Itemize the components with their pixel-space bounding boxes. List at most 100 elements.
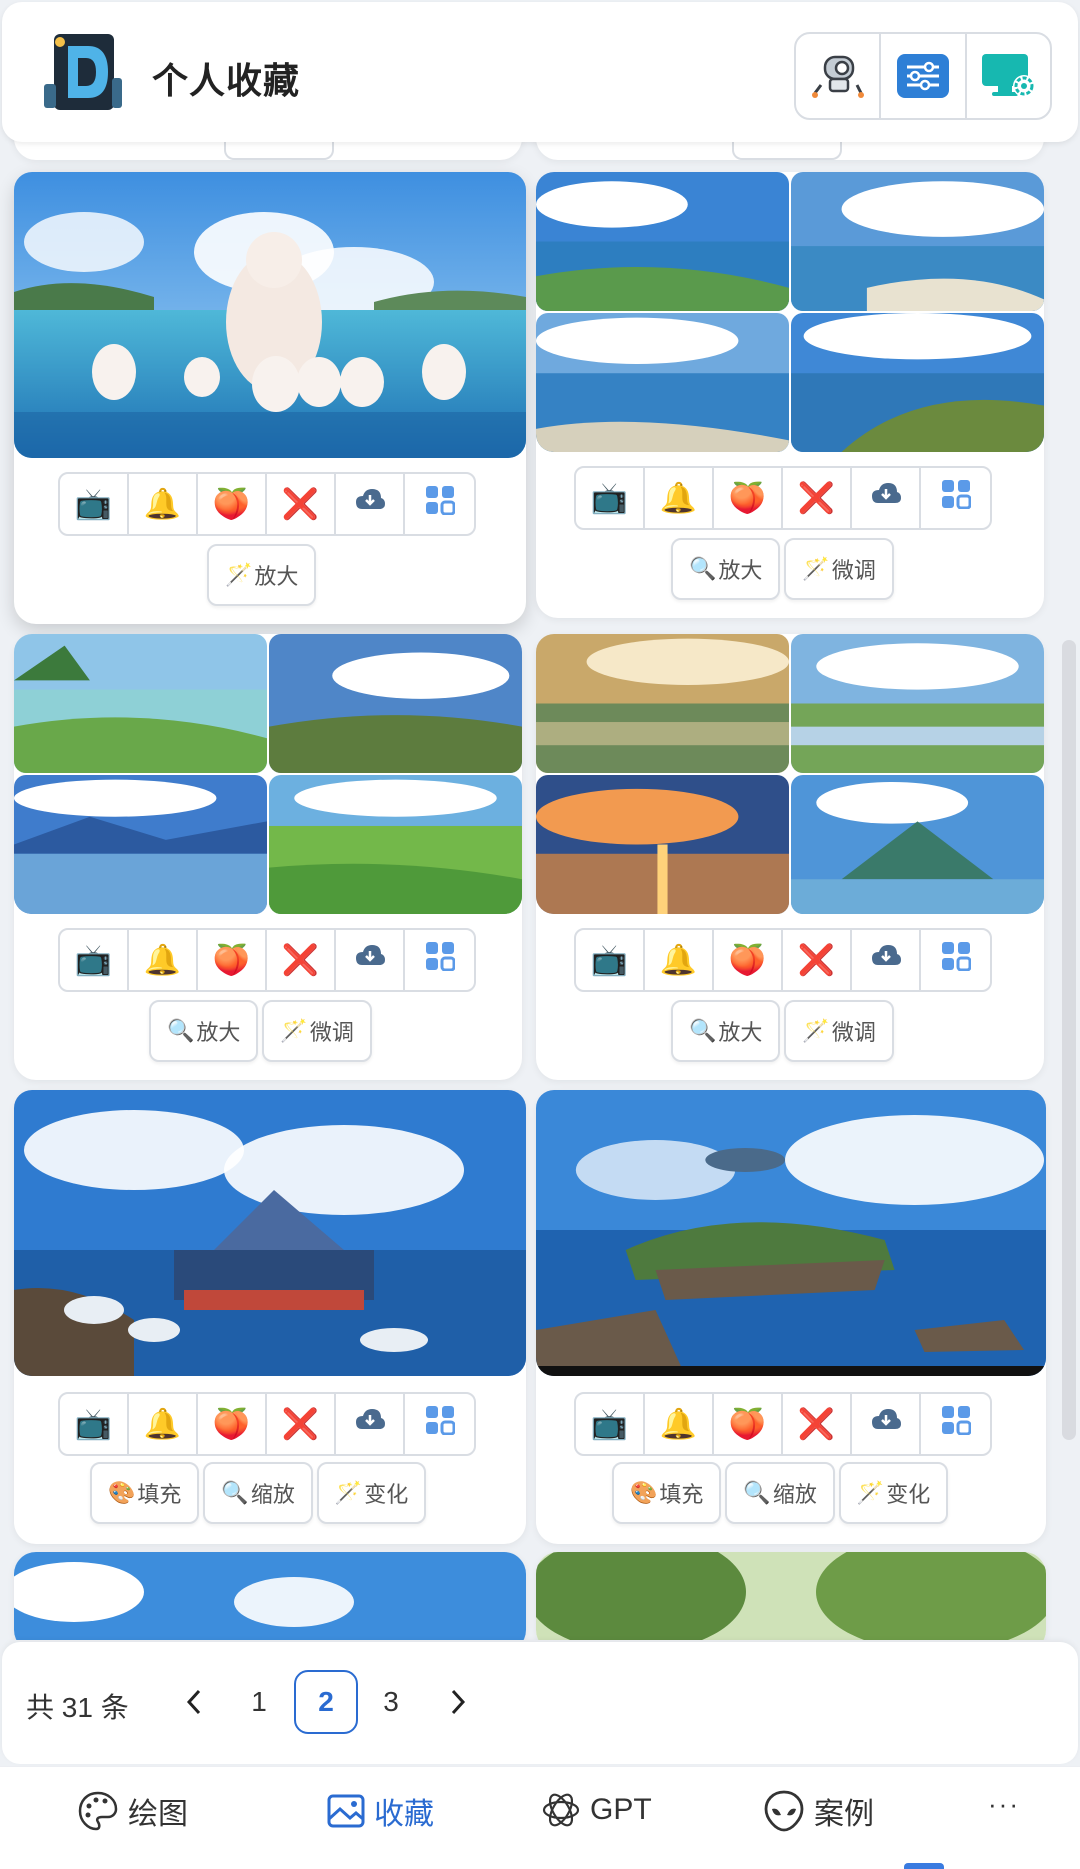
page-3-button[interactable]: 3 [359, 1670, 423, 1734]
card-image-grid[interactable] [536, 172, 1044, 452]
delete-button[interactable]: ❌ [783, 468, 852, 528]
grid-button[interactable] [405, 474, 474, 534]
peach-button[interactable]: 🍑 [714, 930, 783, 990]
alien-icon [764, 1790, 804, 1832]
card-image[interactable] [14, 1552, 526, 1640]
prev-page-button[interactable] [162, 1670, 226, 1734]
delete-button[interactable]: ❌ [267, 1394, 336, 1454]
delete-button[interactable]: ❌ [267, 474, 336, 534]
notify-button[interactable]: 🔔 [645, 1394, 714, 1454]
nav-item-cases[interactable]: 案例 [762, 1789, 874, 1833]
delete-button[interactable]: ❌ [267, 930, 336, 990]
notify-button[interactable]: 🔔 [129, 1394, 198, 1454]
card-actions: 🔍 放大 🪄 微调 [149, 1000, 372, 1062]
card-image[interactable] [14, 172, 526, 458]
action-微调-button[interactable]: 🪄 微调 [784, 538, 894, 600]
total-count: 共 31 条 [26, 1692, 129, 1723]
card-actions: 🔍 放大 🪄 微调 [671, 1000, 894, 1062]
page-2-button[interactable]: 2 [294, 1670, 358, 1734]
download-button[interactable] [852, 468, 921, 528]
nav-item-favorites[interactable]: 收藏 [326, 1789, 434, 1833]
sliders-icon [896, 54, 949, 98]
action-微调-button[interactable]: 🪄 微调 [262, 1000, 372, 1062]
notify-button[interactable]: 🔔 [645, 468, 714, 528]
action-放大-button[interactable]: 🔍 放大 [671, 1000, 781, 1062]
action-变化-button[interactable]: 🪄 变化 [838, 1462, 949, 1524]
view-button[interactable]: 📺 [60, 1394, 129, 1454]
grid-button[interactable] [405, 930, 474, 990]
download-icon [870, 943, 902, 977]
download-button[interactable] [852, 1394, 921, 1454]
card-toolbar: 📺 🔔 🍑 ❌ [574, 466, 992, 530]
peach-button[interactable]: 🍑 [198, 930, 267, 990]
action-填充-button[interactable]: 🎨 填充 [612, 1462, 722, 1524]
peach-button[interactable]: 🍑 [714, 1394, 783, 1454]
action-button-stub[interactable] [224, 142, 334, 160]
card-image[interactable] [536, 1552, 1046, 1640]
action-label: 放大 [718, 558, 763, 583]
action-label: 缩放 [250, 1482, 295, 1507]
action-label: 放大 [718, 1020, 763, 1045]
notify-button[interactable]: 🔔 [129, 474, 198, 534]
action-label: 微调 [831, 1020, 876, 1045]
grid-button[interactable] [921, 468, 990, 528]
peach-button[interactable]: 🍑 [198, 1394, 267, 1454]
delete-button[interactable]: ❌ [783, 930, 852, 990]
view-button[interactable]: 📺 [60, 930, 129, 990]
action-放大-button[interactable]: 🔍 放大 [149, 1000, 259, 1062]
robot-button[interactable] [796, 34, 882, 118]
card-image-grid[interactable] [14, 634, 522, 914]
action-缩放-button[interactable]: 🔍 缩放 [725, 1462, 835, 1524]
action-button-stub[interactable] [732, 142, 842, 160]
peach-icon: 🍑 [212, 943, 251, 977]
notify-button[interactable]: 🔔 [129, 930, 198, 990]
view-button[interactable]: 📺 [576, 468, 645, 528]
page-title: 个人收藏 [152, 60, 301, 101]
action-填充-button[interactable]: 🎨 填充 [90, 1462, 200, 1524]
favorite-card: 📺 🔔 🍑 ❌ 🪄 放大 [14, 172, 526, 624]
card-actions: 🪄 放大 [207, 544, 317, 606]
view-button[interactable]: 📺 [576, 930, 645, 990]
peach-button[interactable]: 🍑 [198, 474, 267, 534]
page-1-button[interactable]: 1 [227, 1670, 291, 1734]
tv-icon: 📺 [74, 1407, 113, 1441]
action-微调-button[interactable]: 🪄 微调 [784, 1000, 894, 1062]
tv-icon: 📺 [74, 943, 113, 977]
nav-item-gpt[interactable]: GPT [540, 1789, 652, 1831]
more-button[interactable]: ··· [988, 1789, 1020, 1820]
nav-item-draw[interactable]: 绘图 [76, 1789, 188, 1833]
monitor-settings-button[interactable] [967, 34, 1050, 118]
scrollbar[interactable] [1062, 640, 1076, 1440]
download-button[interactable] [336, 930, 405, 990]
delete-button[interactable]: ❌ [783, 1394, 852, 1454]
card-image[interactable] [536, 1090, 1046, 1376]
card-toolbar: 📺 🔔 🍑 ❌ [58, 1392, 476, 1456]
card-image[interactable] [14, 1090, 526, 1376]
grid-icon [425, 1405, 455, 1443]
notify-button[interactable]: 🔔 [645, 930, 714, 990]
view-button[interactable]: 📺 [576, 1394, 645, 1454]
action-放大-button[interactable]: 🔍 放大 [671, 538, 781, 600]
monitor-settings-icon [982, 54, 1036, 97]
settings-button[interactable] [881, 34, 967, 118]
download-button[interactable] [336, 1394, 405, 1454]
grid-button[interactable] [921, 930, 990, 990]
peach-button[interactable]: 🍑 [714, 468, 783, 528]
action-label: 微调 [831, 558, 876, 583]
card-image-grid[interactable] [536, 634, 1044, 914]
grid-button[interactable] [921, 1394, 990, 1454]
palette-icon: 🎨 [630, 1480, 658, 1505]
download-icon [354, 487, 386, 521]
action-放大-button[interactable]: 🪄 放大 [207, 544, 317, 606]
action-变化-button[interactable]: 🪄 变化 [316, 1462, 427, 1524]
action-缩放-button[interactable]: 🔍 缩放 [203, 1462, 313, 1524]
view-button[interactable]: 📺 [60, 474, 129, 534]
download-button[interactable] [336, 474, 405, 534]
grid-button[interactable] [405, 1394, 474, 1454]
grid-icon [425, 485, 455, 523]
action-label: 变化 [886, 1482, 931, 1507]
bell-icon: 🔔 [659, 943, 698, 977]
download-button[interactable] [852, 930, 921, 990]
bell-icon: 🔔 [659, 481, 698, 515]
next-page-button[interactable] [426, 1670, 490, 1734]
